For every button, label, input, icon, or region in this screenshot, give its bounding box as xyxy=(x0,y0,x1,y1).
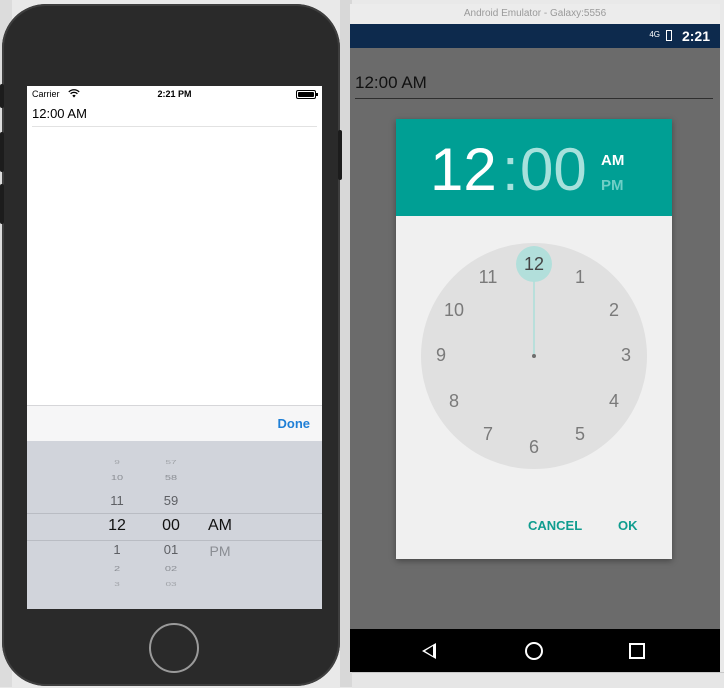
clock-number-7[interactable]: 7 xyxy=(473,422,503,446)
signal-icon: 4G xyxy=(649,30,660,39)
ios-picker-toolbar: Done xyxy=(27,405,322,442)
clock-number-10[interactable]: 10 xyxy=(439,298,469,322)
clock-face[interactable]: 12 1 2 3 4 5 6 7 8 9 10 11 xyxy=(421,243,647,469)
battery-icon xyxy=(296,90,318,99)
ios-clock: 2:21 PM xyxy=(157,89,192,99)
clock-number-9[interactable]: 9 xyxy=(426,343,456,367)
minute-option[interactable]: 01 xyxy=(159,542,183,557)
android-emulator-window: Android Emulator - Galaxy:5556 4G 2:21 1… xyxy=(350,4,720,672)
clock-center xyxy=(532,354,536,358)
clock-number-4[interactable]: 4 xyxy=(599,389,629,413)
pm-toggle[interactable]: PM xyxy=(601,177,624,194)
minute-option[interactable]: 57 xyxy=(159,460,183,466)
done-button[interactable]: Done xyxy=(278,416,311,431)
volume-down-button xyxy=(0,184,4,224)
ios-screen: Carrier 2:21 PM 12:00 AM Done 9 10 11 12… xyxy=(27,86,322,609)
hour-option[interactable]: 2 xyxy=(107,565,127,573)
hour-option[interactable]: 10 xyxy=(107,474,127,482)
android-app-content: 12:00 AM 12 : 00 AM PM 12 1 2 3 4 5 6 7 xyxy=(350,48,720,629)
back-icon[interactable] xyxy=(422,643,436,659)
host-background-bottom xyxy=(352,672,724,688)
minute-option[interactable]: 59 xyxy=(159,493,183,508)
ios-time-picker[interactable]: 9 10 11 12 1 2 3 57 58 59 00 01 02 03 AM… xyxy=(27,441,322,609)
clock-number-2[interactable]: 2 xyxy=(599,298,629,322)
clock-number-11[interactable]: 11 xyxy=(473,265,503,289)
minute-option[interactable]: 03 xyxy=(159,582,183,588)
clock-hand xyxy=(533,271,535,356)
pm-option[interactable]: PM xyxy=(204,543,236,559)
time-picker-dialog: 12 : 00 AM PM 12 1 2 3 4 5 6 7 8 9 10 11… xyxy=(396,119,672,559)
android-status-bar: 4G 2:21 xyxy=(350,24,720,48)
ios-time-field[interactable]: 12:00 AM xyxy=(32,104,317,127)
ios-status-bar: Carrier 2:21 PM xyxy=(27,86,322,102)
hour-option[interactable]: 1 xyxy=(107,542,127,557)
battery-icon xyxy=(666,30,672,41)
am-option-selected[interactable]: AM xyxy=(203,517,237,535)
home-button[interactable] xyxy=(149,623,199,673)
clock-number-1[interactable]: 1 xyxy=(565,265,595,289)
home-icon[interactable] xyxy=(525,642,543,660)
clock-number-5[interactable]: 5 xyxy=(565,422,595,446)
hour-option[interactable]: 9 xyxy=(107,460,127,466)
ringer-switch xyxy=(0,84,4,108)
minute-option[interactable]: 02 xyxy=(159,565,183,573)
clock-number-3[interactable]: 3 xyxy=(611,343,641,367)
android-clock: 2:21 xyxy=(681,28,710,44)
hour-option[interactable]: 3 xyxy=(107,582,127,588)
clock-number-6[interactable]: 6 xyxy=(519,435,549,459)
power-button xyxy=(338,130,342,180)
cancel-button[interactable]: CANCEL xyxy=(528,518,582,533)
volume-up-button xyxy=(0,132,4,172)
time-separator: : xyxy=(502,136,519,203)
clock-number-12[interactable]: 12 xyxy=(519,252,549,276)
minute-option[interactable]: 58 xyxy=(159,474,183,482)
am-toggle[interactable]: AM xyxy=(601,152,624,169)
hour-option[interactable]: 11 xyxy=(107,493,127,508)
minute-option-selected[interactable]: 00 xyxy=(157,517,185,535)
hour-display[interactable]: 12 xyxy=(430,135,497,204)
minute-display[interactable]: 00 xyxy=(520,135,587,204)
hour-option-selected[interactable]: 12 xyxy=(105,517,129,535)
ios-simulator-device: Carrier 2:21 PM 12:00 AM Done 9 10 11 12… xyxy=(0,4,342,686)
android-navigation-bar xyxy=(350,629,720,672)
time-picker-header: 12 : 00 AM PM xyxy=(396,119,672,216)
recent-apps-icon[interactable] xyxy=(629,643,645,659)
android-time-field[interactable]: 12:00 AM xyxy=(355,72,713,99)
ok-button[interactable]: OK xyxy=(618,518,638,533)
clock-number-8[interactable]: 8 xyxy=(439,389,469,413)
emulator-title-bar: Android Emulator - Galaxy:5556 xyxy=(350,4,720,25)
